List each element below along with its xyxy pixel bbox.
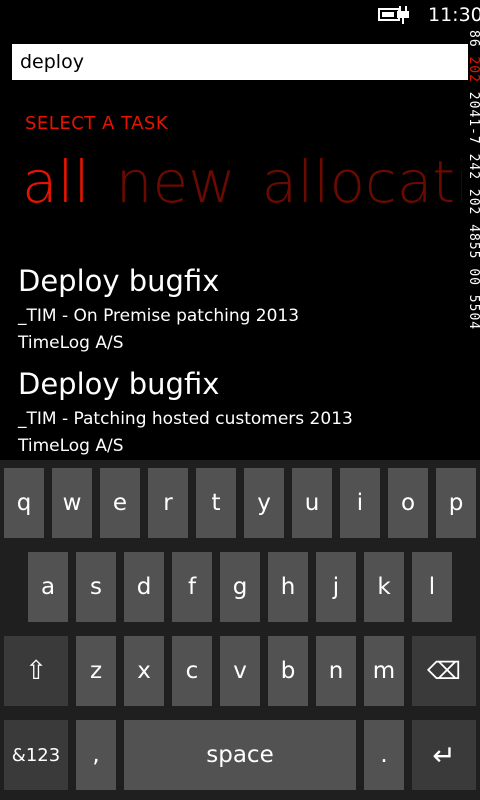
task-item[interactable]: Deploy bugfix _TIM - On Premise patching… [18, 264, 458, 355]
backspace-key[interactable]: ⌫ [412, 636, 476, 706]
on-screen-keyboard: q w e r t y u i o p a s d f g h j k l ⇧ … [0, 460, 480, 800]
task-title: Deploy bugfix [18, 264, 220, 298]
status-bar: 11:30 [0, 0, 480, 32]
key-i[interactable]: i [340, 468, 380, 538]
side-id-part1: 86 [466, 30, 480, 48]
symbols-key[interactable]: &123 [4, 720, 68, 790]
key-b[interactable]: b [268, 636, 308, 706]
side-id-part3: 2041-7 242 202 4855 00 5504 [466, 91, 480, 331]
key-k[interactable]: k [364, 552, 404, 622]
key-p[interactable]: p [436, 468, 476, 538]
pivot-tab-allocations[interactable]: allocati [262, 148, 462, 216]
key-r[interactable]: r [148, 468, 188, 538]
key-u[interactable]: u [292, 468, 332, 538]
key-h[interactable]: h [268, 552, 308, 622]
side-id-part2: 202 [466, 56, 480, 83]
key-q[interactable]: q [4, 468, 44, 538]
side-id-strip: 86 202 2041-7 242 202 4855 00 5504 [464, 30, 480, 430]
key-w[interactable]: w [52, 468, 92, 538]
search-input[interactable] [20, 44, 468, 80]
task-project: _TIM - On Premise patching 2013 [18, 306, 300, 326]
key-d[interactable]: d [124, 552, 164, 622]
key-e[interactable]: e [100, 468, 140, 538]
charging-plug-icon [397, 6, 409, 24]
task-customer: TimeLog A/S [18, 333, 124, 353]
pivot-tab-all[interactable]: all [22, 148, 90, 216]
enter-key[interactable]: ↵ [412, 720, 476, 790]
key-l[interactable]: l [412, 552, 452, 622]
task-customer: TimeLog A/S [18, 436, 124, 456]
key-o[interactable]: o [388, 468, 428, 538]
key-c[interactable]: c [172, 636, 212, 706]
search-box[interactable] [12, 44, 468, 80]
pivot-headers: all new allocati [22, 148, 462, 216]
task-title: Deploy bugfix [18, 367, 220, 401]
key-y[interactable]: y [244, 468, 284, 538]
key-x[interactable]: x [124, 636, 164, 706]
clock: 11:30 [428, 4, 480, 26]
task-item[interactable]: Deploy bugfix _TIM - Patching hosted cus… [18, 367, 458, 458]
task-project: _TIM - Patching hosted customers 2013 [18, 409, 353, 429]
key-s[interactable]: s [76, 552, 116, 622]
space-key[interactable]: space [124, 720, 356, 790]
key-t[interactable]: t [196, 468, 236, 538]
shift-key[interactable]: ⇧ [4, 636, 68, 706]
key-j[interactable]: j [316, 552, 356, 622]
pivot-tab-new[interactable]: new [116, 148, 236, 216]
key-m[interactable]: m [364, 636, 404, 706]
period-key[interactable]: . [364, 720, 404, 790]
key-g[interactable]: g [220, 552, 260, 622]
key-z[interactable]: z [76, 636, 116, 706]
key-n[interactable]: n [316, 636, 356, 706]
comma-key[interactable]: , [76, 720, 116, 790]
key-v[interactable]: v [220, 636, 260, 706]
key-f[interactable]: f [172, 552, 212, 622]
page-header: SELECT A TASK [25, 113, 169, 134]
key-a[interactable]: a [28, 552, 68, 622]
